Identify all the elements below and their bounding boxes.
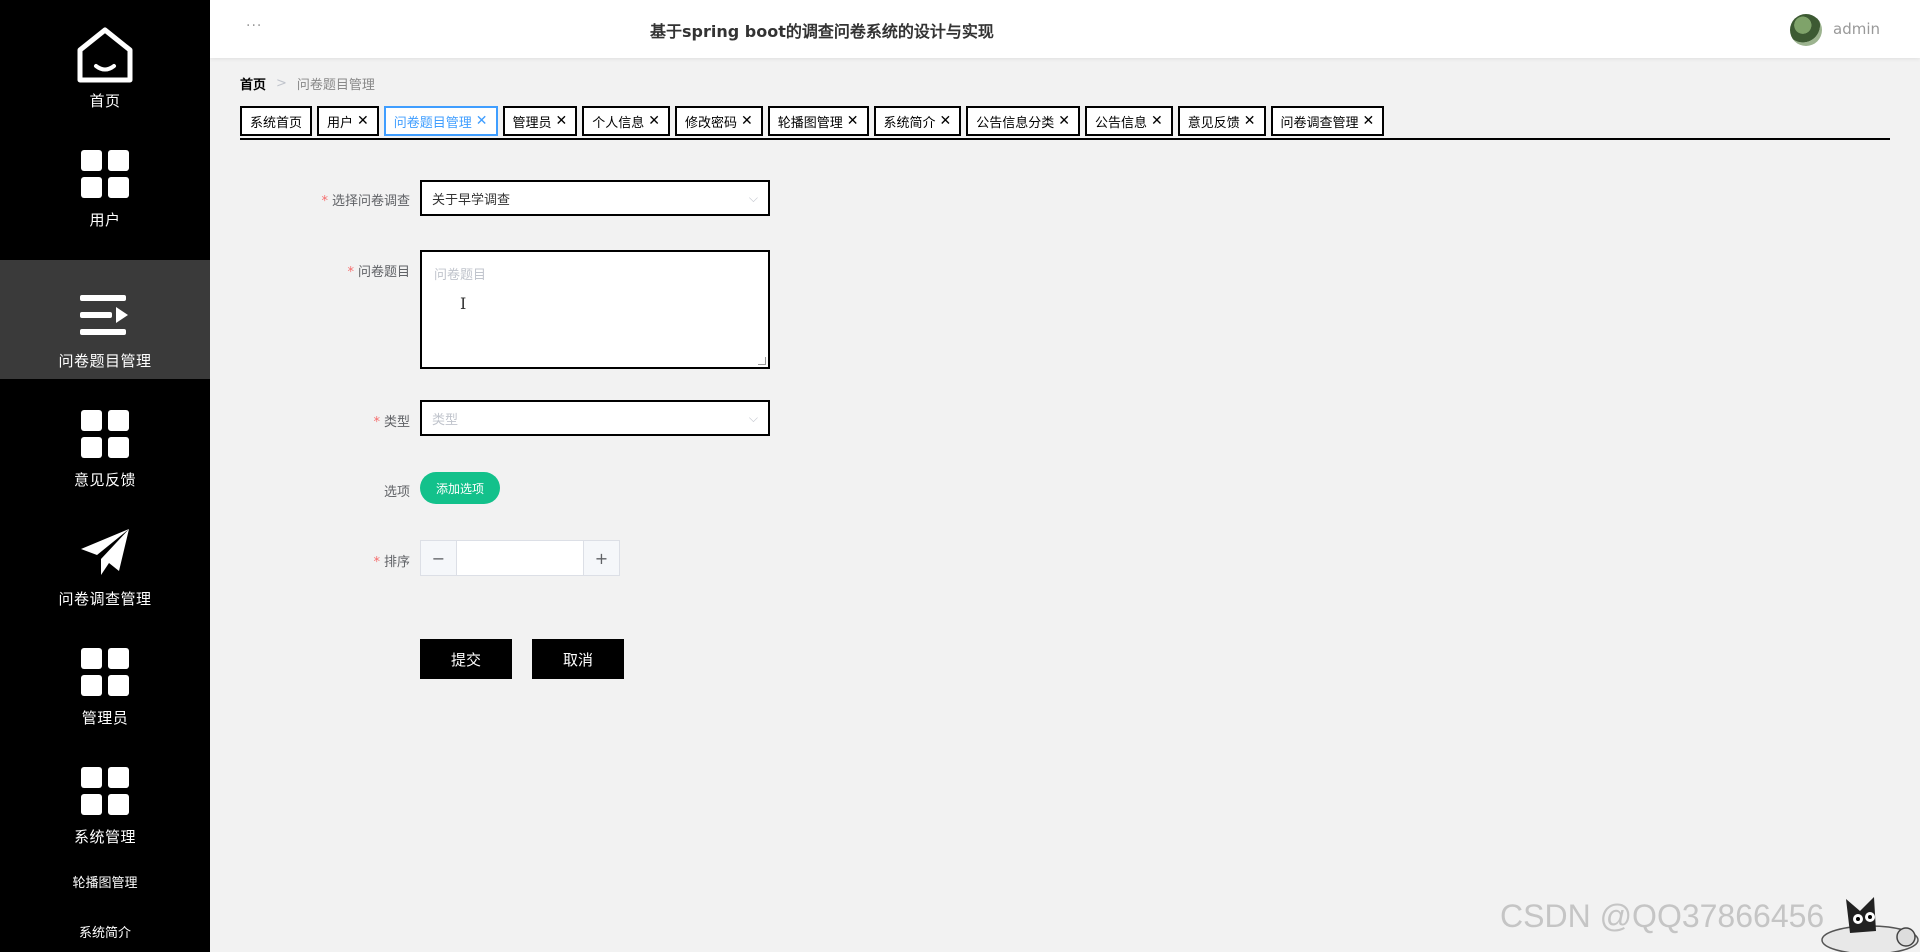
options-label: 选项 [383, 485, 410, 500]
text-cursor-icon: Ι [460, 294, 467, 313]
tab-label: 公告信息分类 [976, 115, 1055, 131]
grid-icon [81, 643, 129, 701]
close-icon[interactable]: ✕ [940, 113, 952, 129]
sidebar-subitem-carousel[interactable]: 轮播图管理 [0, 872, 210, 891]
close-icon[interactable]: ✕ [1363, 113, 1375, 129]
sort-input[interactable] [457, 541, 583, 575]
tab-question-management[interactable]: 问卷题目管理 ✕ [383, 106, 498, 136]
close-icon[interactable]: ✕ [648, 113, 660, 129]
grid-icon [81, 145, 129, 203]
tab-label: 个人信息 [592, 115, 645, 131]
sidebar-item-label: 管理员 [81, 709, 129, 727]
grid-icon [81, 762, 129, 820]
sidebar-item-system[interactable]: 系统管理 [0, 736, 210, 855]
add-option-button[interactable]: 添加选项 [420, 472, 500, 504]
breadcrumb-separator: > [276, 76, 287, 91]
tab-admin[interactable]: 管理员 ✕ [502, 106, 578, 136]
breadcrumb-home[interactable]: 首页 [240, 74, 266, 93]
sidebar-item-users[interactable]: 用户 [0, 119, 210, 238]
cat-mascot-icon [1821, 897, 1919, 952]
close-icon[interactable]: ✕ [1058, 113, 1070, 129]
grid-icon [81, 405, 129, 463]
close-icon[interactable]: ✕ [1151, 113, 1163, 129]
home-icon [76, 26, 134, 84]
menu-dots-icon[interactable]: ··· [246, 18, 262, 34]
tab-label: 系统简介 [883, 115, 936, 131]
tab-users[interactable]: 用户 ✕ [317, 106, 379, 136]
survey-select-value: 关于早学调查 [432, 192, 511, 208]
tab-label: 修改密码 [685, 115, 738, 131]
tab-feedback[interactable]: 意见反馈 ✕ [1177, 106, 1266, 136]
question-textarea[interactable]: 问卷题目 [420, 250, 770, 369]
sidebar-item-home[interactable]: 首页 [0, 0, 210, 119]
tab-system-home[interactable]: 系统首页 [240, 106, 313, 136]
submit-button[interactable]: 提交 [420, 639, 512, 679]
tab-notice[interactable]: 公告信息 ✕ [1085, 106, 1173, 136]
close-icon[interactable]: ✕ [556, 113, 568, 129]
tab-bar: 系统首页 用户 ✕ 问卷题目管理 ✕ 管理员 ✕ 个人信息 ✕ 修改密码 ✕ 轮播图管理 ✕… [240, 106, 1890, 140]
sidebar-item-label: 意见反馈 [73, 471, 136, 489]
type-placeholder: 类型 [432, 412, 459, 428]
survey-select[interactable]: 关于早学调查 ⌵ [420, 180, 770, 216]
chevron-down-icon: ⌵ [748, 410, 758, 425]
question-placeholder: 问卷题目 [434, 268, 487, 283]
tab-label: 问卷调查管理 [1280, 115, 1359, 131]
close-icon[interactable]: ✕ [1244, 113, 1256, 129]
tab-notice-category[interactable]: 公告信息分类 ✕ [966, 106, 1081, 136]
sidebar-item-question-management[interactable]: 问卷题目管理 [0, 260, 210, 379]
tab-label: 意见反馈 [1187, 115, 1240, 131]
tab-label: 公告信息 [1095, 115, 1148, 131]
chevron-down-icon: ⌵ [748, 190, 758, 205]
type-select[interactable]: 类型 ⌵ [420, 400, 770, 436]
resize-handle[interactable] [758, 357, 766, 365]
decrement-button[interactable]: − [421, 541, 457, 575]
close-icon[interactable]: ✕ [357, 113, 369, 129]
question-label: * 问卷题目 [347, 265, 410, 280]
sidebar-subitem-intro[interactable]: 系统简介 [0, 922, 210, 941]
sidebar-item-label: 问卷题目管理 [58, 352, 152, 370]
survey-select-label: * 选择问卷调查 [321, 194, 410, 209]
tab-label: 管理员 [512, 115, 552, 131]
tab-carousel[interactable]: 轮播图管理 ✕ [767, 106, 869, 136]
sidebar-item-label: 首页 [89, 92, 121, 110]
sort-stepper: − + [420, 540, 620, 576]
sidebar: 首页 用户 问卷题目管理 意见反馈 问卷调查管理 管理员 系统管理 轮播图管理 … [0, 0, 210, 952]
tab-label: 用户 [327, 115, 354, 131]
avatar[interactable] [1790, 14, 1822, 46]
cancel-button[interactable]: 取消 [532, 639, 624, 679]
username[interactable]: admin [1833, 20, 1880, 38]
sidebar-item-label: 问卷调查管理 [58, 590, 152, 608]
tab-label: 轮播图管理 [777, 115, 843, 131]
tab-system-intro[interactable]: 系统简介 ✕ [873, 106, 962, 136]
close-icon[interactable]: ✕ [741, 113, 753, 129]
sidebar-item-admin[interactable]: 管理员 [0, 617, 210, 736]
sort-label: * 排序 [373, 555, 410, 570]
top-header: ··· 基于spring boot的调查问卷系统的设计与实现 admin [210, 0, 1920, 58]
type-label: * 类型 [373, 415, 410, 430]
breadcrumb: 首页 > 问卷题目管理 [240, 74, 375, 93]
close-icon[interactable]: ✕ [847, 113, 859, 129]
sidebar-item-survey-management[interactable]: 问卷调查管理 [0, 498, 210, 617]
list-arrow-icon [80, 286, 130, 344]
sidebar-item-label: 系统管理 [73, 828, 136, 846]
tab-label: 系统首页 [250, 115, 303, 131]
page-title: 基于spring boot的调查问卷系统的设计与实现 [650, 22, 994, 41]
paper-plane-icon [79, 524, 131, 582]
tab-survey-management[interactable]: 问卷调查管理 ✕ [1270, 106, 1385, 136]
tab-label: 问卷题目管理 [393, 115, 472, 131]
close-icon[interactable]: ✕ [476, 113, 488, 129]
sidebar-item-label: 用户 [89, 211, 121, 229]
sidebar-item-feedback[interactable]: 意见反馈 [0, 379, 210, 498]
increment-button[interactable]: + [583, 541, 619, 575]
breadcrumb-current: 问卷题目管理 [296, 78, 375, 93]
tab-personal-info[interactable]: 个人信息 ✕ [582, 106, 671, 136]
csdn-watermark: CSDN @QQ37866456 [1500, 898, 1825, 934]
tab-change-password[interactable]: 修改密码 ✕ [675, 106, 763, 136]
